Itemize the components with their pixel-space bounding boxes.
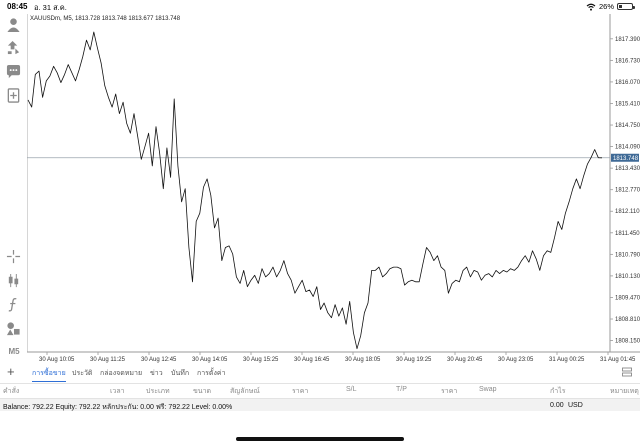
col-order: คำสั่ง bbox=[3, 388, 20, 395]
objects-icon[interactable] bbox=[5, 320, 22, 337]
home-indicator bbox=[236, 437, 404, 441]
current-price-label: 1813.748 bbox=[613, 156, 639, 162]
account-icon[interactable] bbox=[5, 16, 22, 33]
price-tick-label: 1810.790 bbox=[615, 252, 640, 258]
time-tick-label: 31 Aug 00:25 bbox=[549, 357, 585, 363]
battery-icon bbox=[617, 3, 635, 10]
price-chart[interactable]: XAUUSDm, M5, 1813.728 1813.748 1813.677 … bbox=[27, 14, 640, 366]
time-tick-label: 30 Aug 10:05 bbox=[39, 357, 75, 363]
tab-journal[interactable]: บันทึก bbox=[171, 368, 189, 379]
tab-history[interactable]: ประวัติ bbox=[72, 368, 92, 379]
price-tick-label: 1808.150 bbox=[615, 339, 640, 345]
price-tick-label: 1812.770 bbox=[615, 188, 640, 194]
tab-news[interactable]: ข่าว bbox=[150, 368, 163, 379]
time-tick-label: 30 Aug 12:45 bbox=[141, 357, 177, 363]
price-tick-label: 1815.410 bbox=[615, 101, 640, 107]
indicators-icon[interactable] bbox=[5, 272, 22, 289]
account-currency: USD bbox=[568, 402, 583, 409]
col-time: เวลา bbox=[110, 388, 125, 395]
layout-toggle-icon[interactable] bbox=[622, 367, 632, 377]
time-tick-label: 30 Aug 18:05 bbox=[345, 357, 381, 363]
col-price: ราคา bbox=[292, 388, 309, 395]
price-tick-label: 1811.450 bbox=[615, 231, 640, 237]
price-tick-label: 1810.130 bbox=[615, 274, 640, 280]
chat-icon[interactable] bbox=[5, 63, 22, 80]
tab-trade[interactable]: การซื้อขาย bbox=[32, 368, 66, 382]
battery-percent: 26% bbox=[598, 2, 614, 11]
price-tick-label: 1816.730 bbox=[615, 58, 640, 64]
price-tick-label: 1812.110 bbox=[615, 209, 640, 215]
tab-settings[interactable]: การตั้งค่า bbox=[197, 368, 226, 379]
price-scale: 1817.390 1816.730 1816.070 1815.410 1814.750… bbox=[610, 37, 640, 345]
price-tick-label: 1809.470 bbox=[615, 295, 640, 301]
price-line bbox=[27, 31, 603, 350]
positions-table-header: คำสั่ง เวลา ประเภท ขนาด สัญลักษณ์ ราคา S… bbox=[0, 383, 640, 395]
symbol-info: XAUUSDm, M5, 1813.728 1813.748 1813.677 … bbox=[30, 16, 181, 22]
function-icon[interactable] bbox=[5, 296, 22, 313]
price-tick-label: 1814.090 bbox=[615, 145, 640, 151]
add-document-icon[interactable] bbox=[5, 87, 22, 104]
time-tick-label: 30 Aug 16:45 bbox=[294, 357, 330, 363]
crosshair-icon[interactable] bbox=[5, 248, 22, 265]
time-tick-label: 31 Aug 01:45 bbox=[600, 357, 636, 363]
col-type: ประเภท bbox=[146, 388, 170, 395]
time-tick-label: 30 Aug 14:05 bbox=[192, 357, 228, 363]
time-tick-label: 30 Aug 20:45 bbox=[447, 357, 483, 363]
col-volume: ขนาด bbox=[193, 388, 212, 395]
price-tick-label: 1808.810 bbox=[615, 317, 640, 323]
time-tick-label: 30 Aug 19:25 bbox=[396, 357, 432, 363]
status-bar: 08:45 อ. 31 ส.ค. 26% bbox=[0, 0, 640, 14]
total-profit: 0.00 bbox=[550, 402, 564, 409]
status-right: 26% bbox=[586, 2, 635, 11]
col-sl: S/L bbox=[346, 386, 357, 393]
status-date: อ. 31 ส.ค. bbox=[34, 3, 67, 12]
balance-summary: Balance: 792.22 Equity: 792.22 หลักประกั… bbox=[3, 404, 233, 411]
current-price-badge: 1813.748 bbox=[611, 153, 639, 162]
col-swap: Swap bbox=[479, 386, 497, 393]
timeframe-button[interactable]: M5 bbox=[5, 347, 23, 356]
bottom-tabs: + การซื้อขาย ประวัติ กล่องจดหมาย ข่าว บั… bbox=[0, 365, 640, 382]
price-tick-label: 1817.390 bbox=[615, 37, 640, 43]
price-tick-label: 1816.070 bbox=[615, 80, 640, 86]
time-tick-label: 30 Aug 23:05 bbox=[498, 357, 534, 363]
new-order-button[interactable]: + bbox=[7, 365, 15, 378]
tab-mailbox[interactable]: กล่องจดหมาย bbox=[100, 368, 142, 379]
time-tick-label: 30 Aug 11:25 bbox=[90, 357, 126, 363]
time-scale: 30 Aug 10:05 30 Aug 11:25 30 Aug 12:45 30 A… bbox=[39, 352, 636, 363]
time-tick-label: 30 Aug 15:25 bbox=[243, 357, 279, 363]
price-tick-label: 1814.750 bbox=[615, 123, 640, 129]
account-balance-row: Balance: 792.22 Equity: 792.22 หลักประกั… bbox=[0, 398, 640, 411]
price-tick-label: 1813.430 bbox=[615, 166, 640, 172]
status-time: 08:45 bbox=[7, 2, 28, 11]
col-comment: หมายเหตุ bbox=[610, 388, 639, 395]
col-tp: T/P bbox=[396, 386, 407, 393]
col-symbol: สัญลักษณ์ bbox=[230, 388, 260, 395]
col-current-price: ราคา bbox=[441, 388, 458, 395]
trade-icon[interactable] bbox=[5, 39, 22, 56]
wifi-icon bbox=[586, 3, 596, 11]
col-profit: กำไร bbox=[550, 388, 566, 395]
left-toolbar: M5 bbox=[0, 14, 27, 360]
